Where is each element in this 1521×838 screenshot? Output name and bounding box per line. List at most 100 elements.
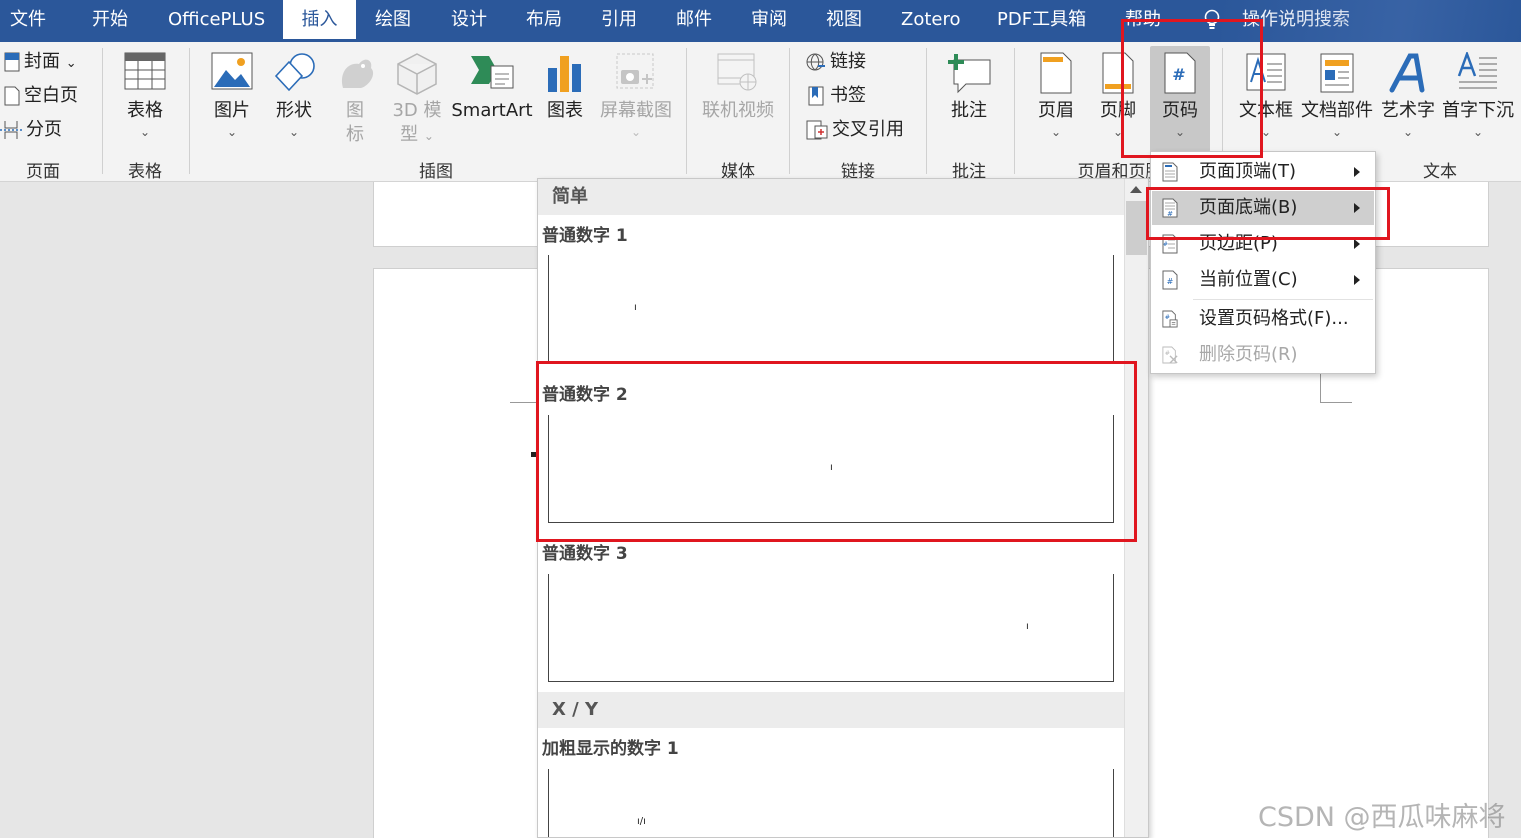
tab-layout[interactable]: 布局 (526, 0, 562, 42)
shapes-button[interactable]: 形状 ⌄ (265, 42, 323, 154)
tab-view[interactable]: 视图 (826, 0, 862, 42)
wordart-button[interactable]: 艺术字 ⌄ (1378, 42, 1438, 154)
screenshot-icon (616, 53, 654, 89)
menu-item-current-position[interactable]: # 当前位置(C) (1152, 263, 1374, 297)
quick-parts-button[interactable]: 文档部件 ⌄ (1299, 42, 1375, 154)
tell-me-search[interactable]: 操作说明搜索 (1242, 0, 1350, 42)
table-button[interactable]: 表格 ⌄ (112, 42, 178, 154)
tab-home[interactable]: 开始 (92, 0, 128, 42)
smartart-button[interactable]: SmartArt (450, 42, 534, 154)
tab-help[interactable]: 帮助 (1125, 0, 1161, 42)
page-number-doc-icon: # (1162, 198, 1178, 218)
tab-zotero[interactable]: Zotero (901, 0, 961, 42)
group-label-text: 文本 (1423, 162, 1457, 182)
tab-insert[interactable]: 插入 (283, 0, 356, 42)
page-break-button[interactable]: 分页 (0, 118, 62, 142)
quick-parts-icon (1320, 53, 1354, 93)
table-icon (124, 52, 166, 90)
menu-tab-bar: 文件 开始 OfficePLUS 插入 绘图 设计 布局 引用 邮件 审阅 视图… (0, 0, 1521, 42)
wordart-icon (1389, 53, 1425, 93)
submenu-arrow-icon (1354, 167, 1360, 177)
chevron-down-icon: ⌄ (139, 125, 151, 139)
hash-glyph: # (1165, 350, 1170, 357)
page-break-icon (0, 121, 22, 139)
gallery-section-simple: 简单 (538, 179, 1124, 215)
picture-button[interactable]: 图片 ⌄ (202, 42, 262, 154)
3d-cube-icon (397, 53, 437, 95)
group-label-illustrations: 插图 (419, 162, 453, 182)
hash-glyph: # (1167, 210, 1173, 218)
menu-item-bottom-of-page[interactable]: # 页面底端(B) (1152, 191, 1374, 225)
textbox-button[interactable]: 文本框 ⌄ (1236, 42, 1296, 154)
margin-mark-right-h (1320, 402, 1352, 403)
tab-mailings[interactable]: 邮件 (676, 0, 712, 42)
margin-mark-left (510, 402, 538, 403)
lightbulb-icon (1204, 9, 1220, 29)
cross-reference-icon (806, 120, 828, 140)
link-button[interactable]: 链接 (806, 50, 866, 74)
group-label-table: 表格 (128, 162, 162, 182)
submenu-arrow-icon (1354, 203, 1360, 213)
bookmark-button[interactable]: 书签 (806, 84, 866, 108)
gallery-item-plain-number-3[interactable]: ı (548, 574, 1114, 682)
chevron-down-icon: ⌄ (1472, 125, 1484, 139)
smartart-icon (471, 56, 514, 89)
tab-design[interactable]: 设计 (451, 0, 487, 42)
tab-officeplus[interactable]: OfficePLUS (168, 0, 265, 42)
menu-item-page-margins[interactable]: # 页边距(P) (1152, 227, 1374, 261)
cover-page-button[interactable]: 封面 ⌄ (4, 50, 77, 76)
chevron-down-icon: ⌄ (226, 125, 238, 139)
tab-draw[interactable]: 绘图 (375, 0, 411, 42)
chevron-down-icon: ⌄ (1050, 125, 1062, 139)
gallery-scrollbar[interactable] (1124, 179, 1148, 837)
menu-item-remove-page-numbers: # 删除页码(R) (1152, 338, 1374, 372)
page-number-doc-icon: # (1162, 270, 1178, 290)
chart-button[interactable]: 图表 (538, 42, 592, 154)
gallery-item-plain-number-1-label: 普通数字 1 (542, 226, 628, 246)
screenshot-button[interactable]: 屏幕截图 ⌄ (597, 42, 675, 154)
picture-icon (211, 52, 253, 90)
icons-button[interactable]: 图 标 (330, 42, 380, 154)
scroll-up-arrow-icon[interactable] (1130, 186, 1142, 193)
page-number-menu: 页面顶端(T) # 页面底端(B) # 页边距(P) # 当前位置(C) # 设… (1150, 151, 1376, 374)
blank-page-button[interactable]: 空白页 (4, 84, 78, 108)
drop-cap-button[interactable]: 首字下沉 ⌄ (1440, 42, 1516, 154)
header-icon (1040, 52, 1072, 94)
link-globe-icon (806, 53, 825, 71)
gallery-item-bold-number-1[interactable]: ı/ı (548, 769, 1114, 837)
format-page-number-icon: # (1162, 310, 1178, 328)
textbox-icon (1246, 53, 1286, 91)
submenu-arrow-icon (1354, 275, 1360, 285)
menu-item-top-of-page[interactable]: 页面顶端(T) (1152, 155, 1374, 189)
hash-glyph: # (1163, 241, 1168, 248)
menu-item-format-page-numbers[interactable]: # 设置页码格式(F)... (1152, 302, 1374, 336)
3d-models-button[interactable]: 3D 模 型 ⌄ (388, 42, 446, 154)
tab-pdf-toolbox[interactable]: PDF工具箱 (997, 0, 1086, 42)
online-video-button[interactable]: 联机视频 (698, 42, 778, 154)
chevron-down-icon: ⌄ (1331, 125, 1343, 139)
page-number-doc-icon (1162, 162, 1178, 182)
hash-glyph: # (1165, 314, 1170, 321)
drop-cap-icon (1457, 52, 1497, 89)
gallery-item-plain-number-1[interactable]: ı (548, 255, 1114, 363)
new-comment-icon (948, 54, 991, 94)
chart-icon (548, 56, 581, 92)
tab-review[interactable]: 审阅 (751, 0, 787, 42)
chevron-down-icon: ⌄ (288, 125, 300, 139)
page-number-button[interactable]: # 页码 ⌄ (1150, 46, 1210, 152)
footer-button[interactable]: 页脚 ⌄ (1090, 42, 1146, 154)
page-number-icon: # (1164, 52, 1196, 94)
header-button[interactable]: 页眉 ⌄ (1026, 42, 1086, 154)
scrollbar-thumb[interactable] (1126, 201, 1147, 255)
cover-chevron-icon: ⌄ (65, 56, 77, 71)
new-comment-button[interactable]: 批注 (938, 42, 1000, 154)
submenu-arrow-icon (1354, 239, 1360, 249)
gallery-item-plain-number-2[interactable]: ı (548, 415, 1114, 523)
chevron-down-icon: ⌄ (1174, 125, 1186, 139)
tab-references[interactable]: 引用 (601, 0, 637, 42)
cover-page-icon (4, 52, 20, 72)
tab-file[interactable]: 文件 (10, 0, 46, 42)
cross-reference-button[interactable]: 交叉引用 (806, 118, 904, 142)
shapes-icon (274, 53, 315, 92)
chevron-down-icon: ⌄ (630, 125, 642, 139)
